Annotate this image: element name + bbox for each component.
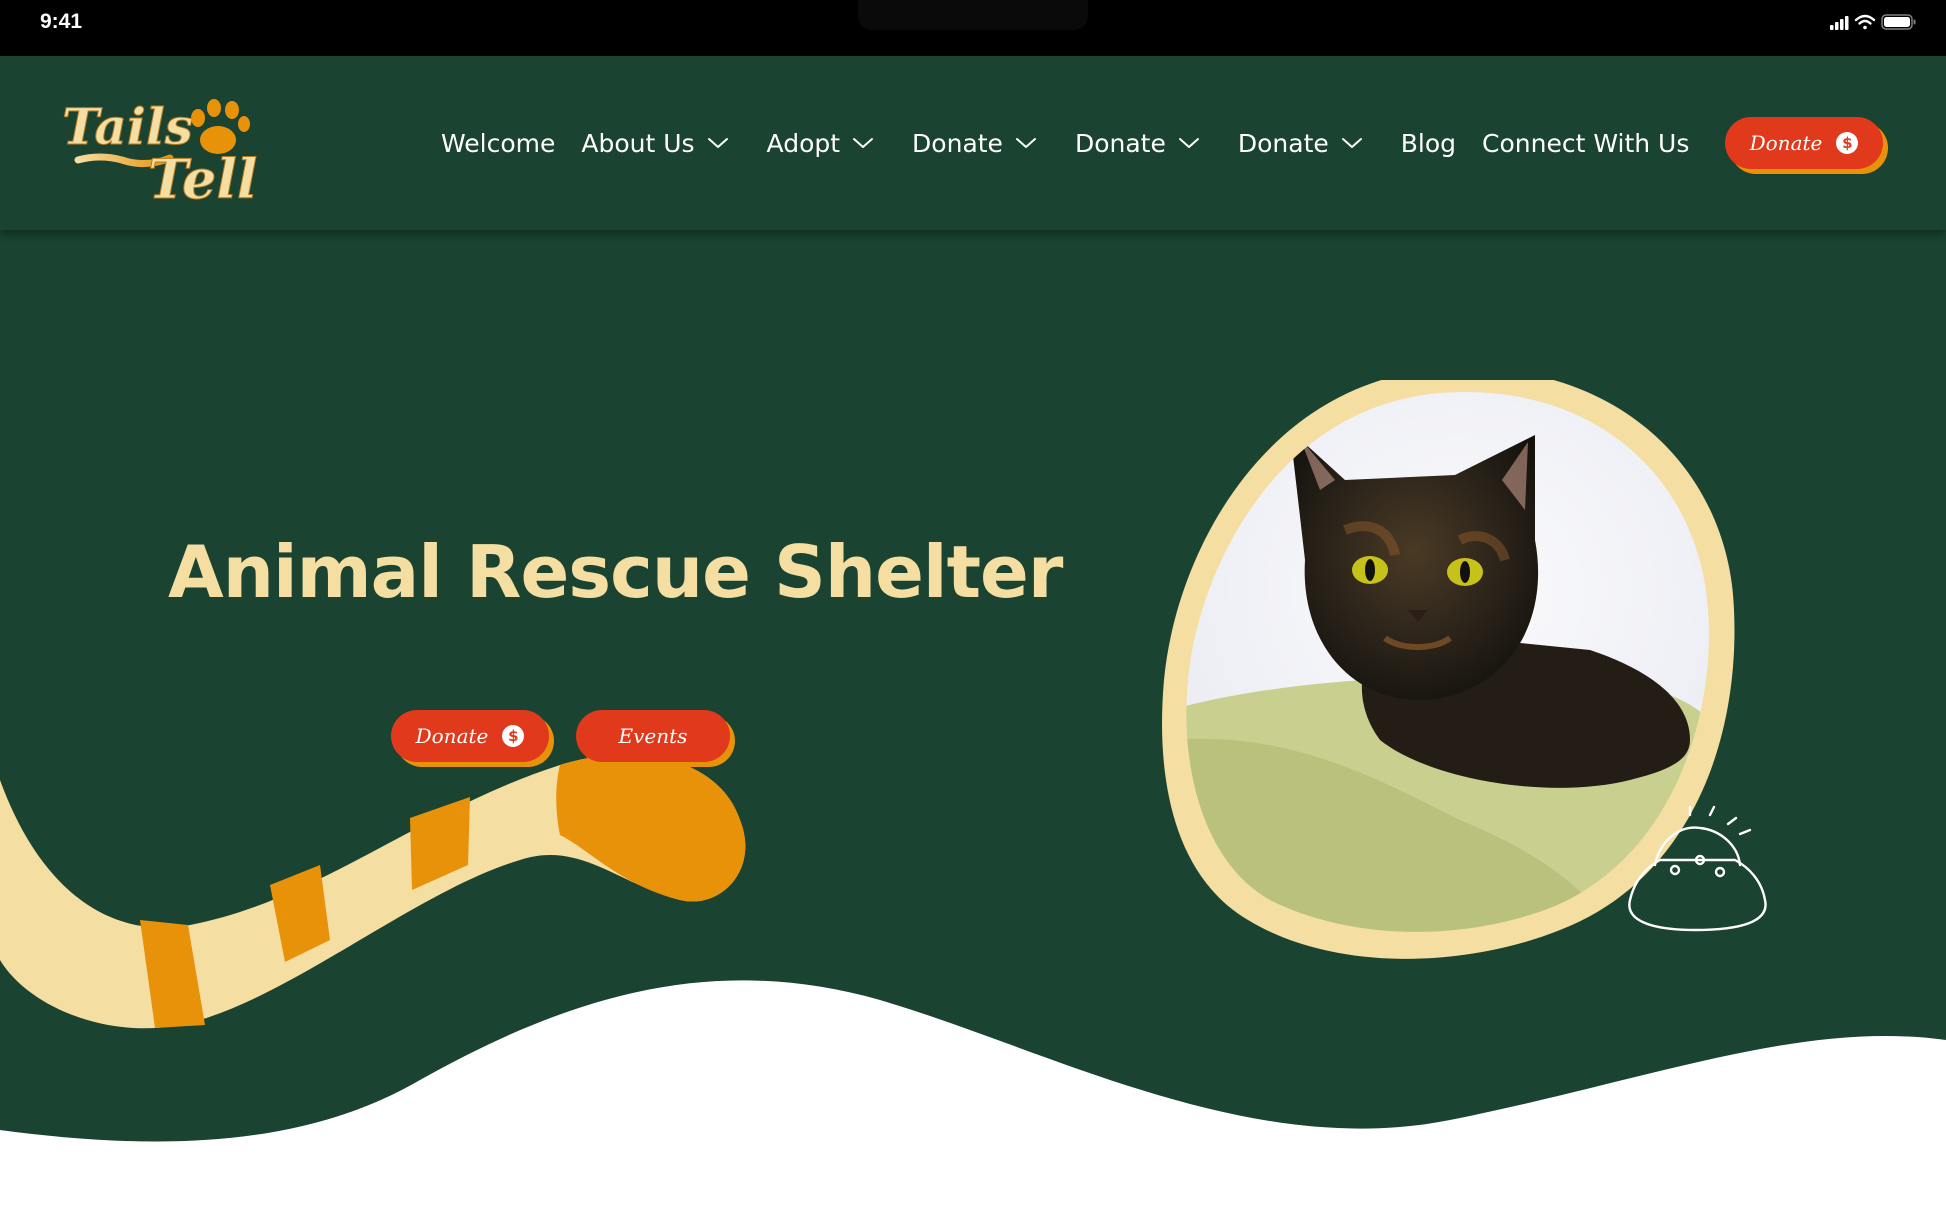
status-icons (1830, 14, 1916, 30)
hero-section: Animal Rescue Shelter Donate $ Events (0, 230, 1946, 1222)
nav-label-blog: Blog (1400, 128, 1457, 158)
hero-title: Animal Rescue Shelter (168, 530, 1063, 614)
chevron-down-icon (1178, 138, 1199, 148)
nav-item-donate-1[interactable]: Donate (912, 129, 1037, 158)
nav-label-about-us: About Us (581, 128, 695, 158)
nav-item-donate-2[interactable]: Donate (1075, 129, 1200, 158)
dollar-icon: $ (1836, 132, 1859, 154)
cat-photo (1162, 380, 1767, 959)
camera-notch (858, 0, 1088, 30)
nav-label-donate-1: Donate (912, 128, 1003, 158)
nav-item-donate-3[interactable]: Donate (1238, 129, 1363, 158)
nav-label-welcome: Welcome (441, 128, 556, 158)
chevron-down-icon (1015, 138, 1036, 148)
hero-events-label: Events (618, 724, 688, 748)
nav-item-connect-with-us[interactable]: Connect With Us (1482, 129, 1689, 158)
nav-label-donate-2: Donate (1074, 128, 1166, 158)
nav-label-adopt: Adopt (766, 128, 841, 158)
tails-to-tell-logo[interactable]: Tails To Tell (60, 88, 270, 205)
battery-icon (1881, 14, 1916, 30)
nav-label-donate-3: Donate (1237, 128, 1329, 158)
nav-item-about-us[interactable]: About Us (581, 129, 728, 158)
paw-icon (191, 99, 250, 154)
status-time: 9:41 (40, 10, 83, 33)
header-donate-label: Donate (1749, 131, 1823, 155)
site-header: Tails To Tell Welcome About Us Adopt (0, 56, 1946, 230)
nav-label-connect-with-us: Connect With Us (1482, 128, 1690, 158)
logo-text-tell: Tell (148, 147, 257, 204)
hero-donate-label: Donate (415, 724, 489, 748)
nav-item-adopt[interactable]: Adopt (767, 129, 875, 158)
hero-donate-button[interactable]: Donate $ (391, 710, 549, 762)
main-nav: Welcome About Us Adopt Donate Donate Don… (441, 56, 1689, 230)
dollar-icon: $ (502, 725, 525, 747)
hero-events-button[interactable]: Events (576, 710, 730, 762)
nav-item-welcome[interactable]: Welcome (441, 129, 555, 158)
hero-cat-illustration (1130, 380, 1790, 980)
nav-item-blog[interactable]: Blog (1401, 129, 1456, 158)
chevron-down-icon (707, 138, 728, 148)
header-donate-button[interactable]: Donate $ (1725, 117, 1883, 169)
cellular-signal-icon (1830, 16, 1849, 30)
chevron-down-icon (1341, 138, 1362, 148)
chevron-down-icon (853, 138, 874, 148)
page: 9:41 Tails Tell Welcome About Us Adopt D… (0, 0, 1946, 1222)
status-bar: 9:41 (0, 0, 1946, 56)
wifi-icon (1854, 14, 1876, 30)
